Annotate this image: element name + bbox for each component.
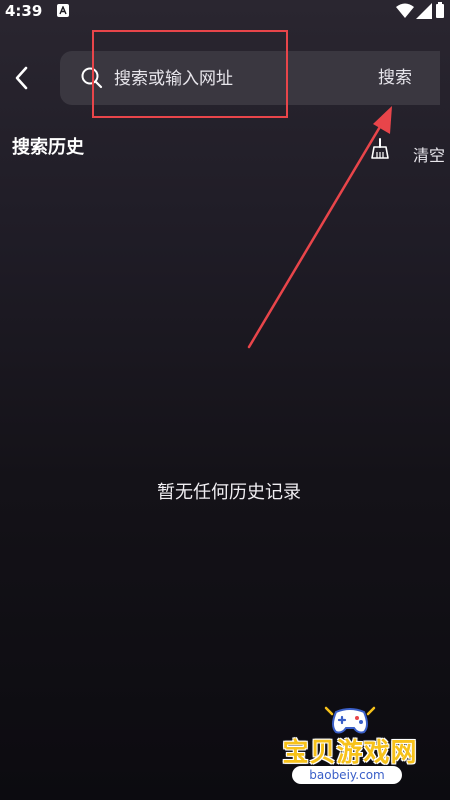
history-title: 搜索历史 bbox=[12, 137, 84, 158]
watermark-url: baobeiy.com bbox=[292, 766, 402, 784]
watermark: 宝贝游戏网 baobeiy.com bbox=[270, 704, 430, 794]
empty-state-message: 暂无任何历史记录 bbox=[157, 482, 301, 503]
annotation-arrow bbox=[247, 106, 392, 349]
broom-icon[interactable] bbox=[370, 138, 390, 160]
clear-history-button[interactable]: 清空 bbox=[413, 142, 445, 166]
watermark-brand: 宝贝游戏网 bbox=[282, 738, 418, 768]
